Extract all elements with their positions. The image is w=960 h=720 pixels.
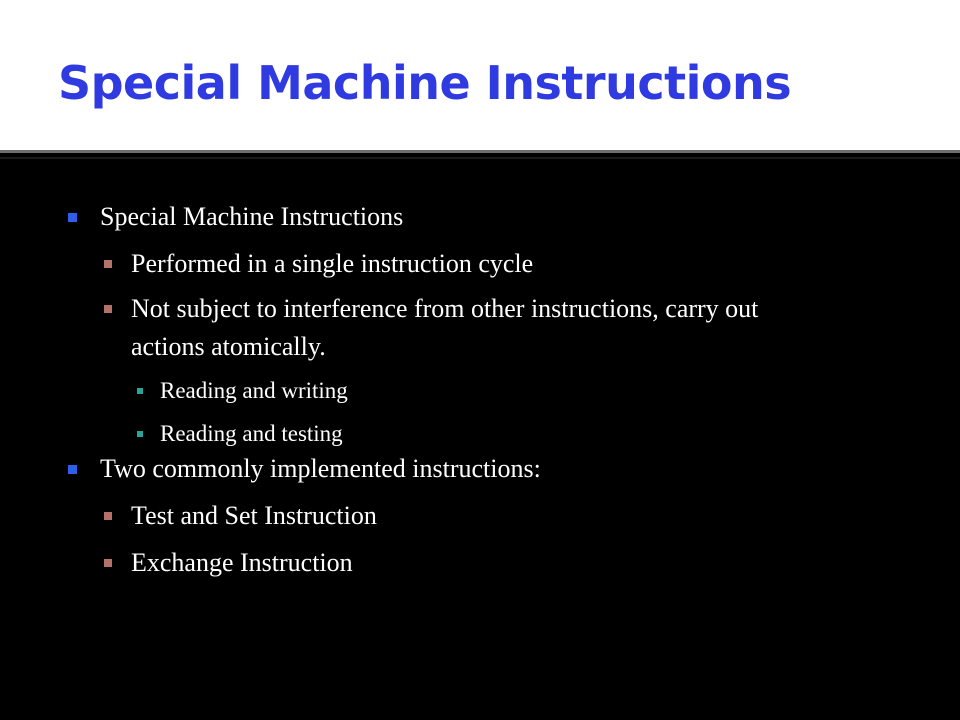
bullet-test-and-set-instruction: Test and Set Instruction xyxy=(131,501,377,530)
slide-body: Special Machine Instructions Performed i… xyxy=(0,0,960,720)
bullet-not-subject-to-interference-cont: actions atomically. xyxy=(131,332,326,361)
bullet-square-icon xyxy=(104,559,112,567)
bullet-square-icon xyxy=(104,512,112,520)
bullet-exchange-instruction: Exchange Instruction xyxy=(131,548,353,577)
bullet-reading-and-testing: Reading and testing xyxy=(160,421,343,446)
bullet-reading-and-writing: Reading and writing xyxy=(160,378,348,403)
bullet-special-machine-instructions: Special Machine Instructions xyxy=(100,202,404,231)
bullet-two-commonly-implemented: Two commonly implemented instructions: xyxy=(100,454,541,483)
bullet-single-instruction-cycle: Performed in a single instruction cycle xyxy=(131,249,534,278)
bullet-square-icon xyxy=(137,388,143,394)
bullet-square-icon xyxy=(137,431,143,437)
bullet-square-icon xyxy=(68,213,77,222)
bullet-square-icon xyxy=(68,465,77,474)
bullet-square-icon xyxy=(104,305,112,313)
bullet-square-icon xyxy=(104,260,112,268)
bullet-not-subject-to-interference: Not subject to interference from other i… xyxy=(131,294,759,323)
